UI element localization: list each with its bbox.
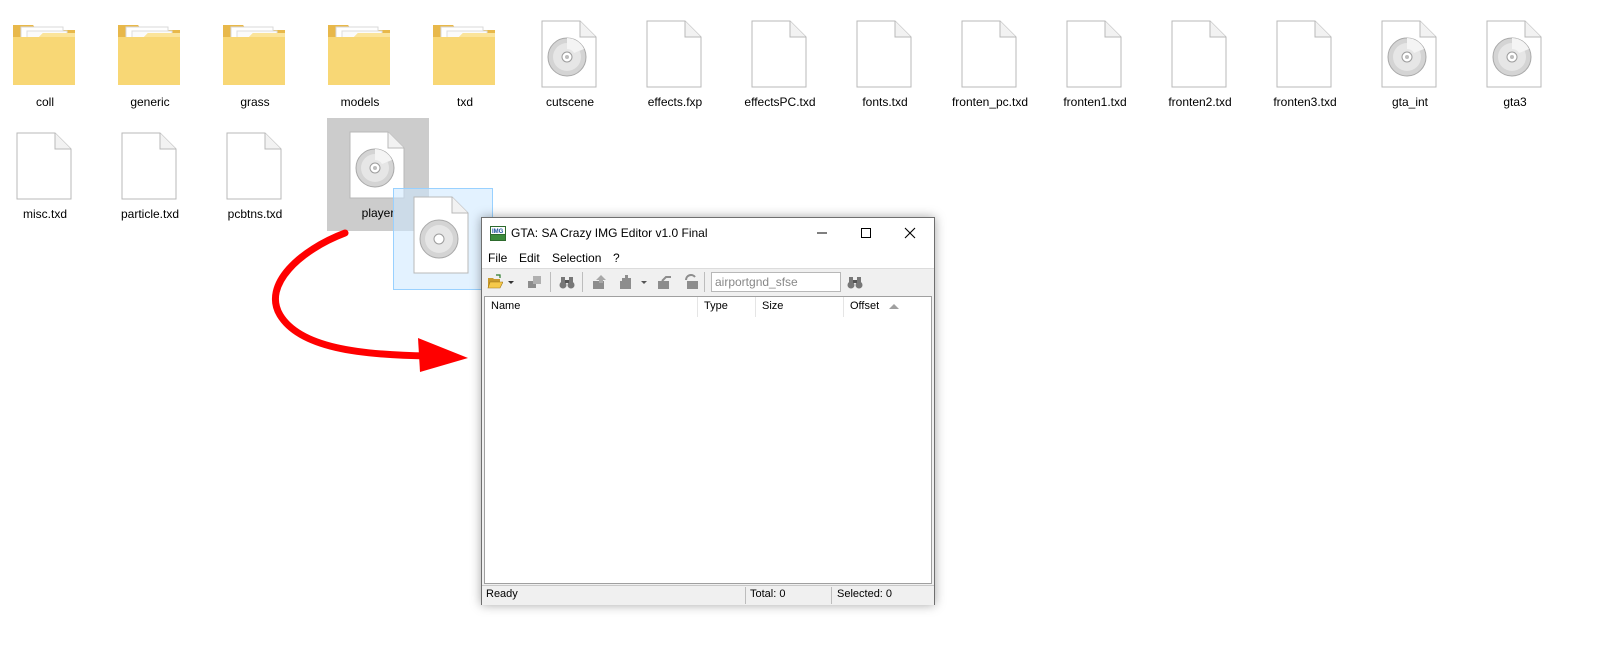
column-header-offset-label: Offset — [850, 300, 880, 312]
chevron-down-icon — [508, 281, 514, 284]
binoculars-icon — [847, 277, 863, 289]
maximize-button[interactable] — [844, 218, 888, 248]
status-divider — [831, 587, 832, 604]
search-button[interactable] — [847, 274, 863, 290]
toolbar-separator — [582, 272, 583, 292]
replace-icon — [658, 276, 671, 289]
menu-edit[interactable]: Edit — [519, 251, 540, 265]
menu-bar: File Edit Selection ? — [482, 248, 934, 268]
open-folder-icon — [487, 274, 504, 289]
minimize-button[interactable] — [800, 218, 844, 248]
app-window: IMG GTA: SA Crazy IMG Editor v1.0 Final … — [481, 217, 935, 605]
column-header-name[interactable]: Name — [485, 297, 698, 317]
close-icon — [904, 227, 916, 239]
rebuild-icon — [528, 276, 541, 288]
extract-icon — [593, 275, 606, 289]
open-dropdown-button[interactable] — [506, 274, 516, 290]
entry-list[interactable]: Name Type Size Offset — [484, 296, 932, 584]
import-button[interactable] — [619, 274, 635, 290]
open-folder-button[interactable] — [487, 274, 504, 290]
undo-icon — [685, 274, 698, 289]
find-button[interactable] — [559, 274, 575, 290]
sort-ascending-icon — [889, 304, 899, 309]
status-ready: Ready — [486, 588, 518, 600]
toolbar-separator — [550, 272, 551, 292]
search-input[interactable] — [711, 272, 841, 292]
column-header-offset[interactable]: Offset — [844, 297, 930, 317]
status-selected: Selected: 0 — [837, 588, 893, 600]
import-icon — [620, 275, 631, 289]
img-editor-app-icon: IMG — [490, 226, 506, 241]
replace-button[interactable] — [657, 274, 673, 290]
window-title: GTA: SA Crazy IMG Editor v1.0 Final — [511, 226, 708, 240]
menu-help[interactable]: ? — [613, 251, 620, 265]
toolbar — [482, 268, 934, 295]
delete-button[interactable] — [684, 274, 700, 290]
status-divider — [745, 587, 746, 604]
menu-selection[interactable]: Selection — [552, 251, 601, 265]
import-dropdown-button[interactable] — [639, 274, 649, 290]
menu-file[interactable]: File — [488, 251, 507, 265]
column-header-type[interactable]: Type — [698, 297, 756, 317]
column-header-size[interactable]: Size — [756, 297, 844, 317]
close-button[interactable] — [888, 218, 932, 248]
minimize-icon — [817, 232, 827, 234]
binoculars-icon — [559, 277, 575, 289]
extract-button[interactable] — [592, 274, 608, 290]
title-bar[interactable]: IMG GTA: SA Crazy IMG Editor v1.0 Final — [482, 218, 934, 248]
status-total: Total: 0 — [750, 588, 786, 600]
maximize-icon — [861, 228, 871, 238]
svg-text:IMG: IMG — [492, 229, 504, 235]
status-bar: Ready Total: 0 Selected: 0 — [482, 585, 934, 605]
toolbar-separator — [704, 272, 705, 292]
chevron-down-icon — [641, 281, 647, 284]
rebuild-button[interactable] — [527, 274, 543, 290]
